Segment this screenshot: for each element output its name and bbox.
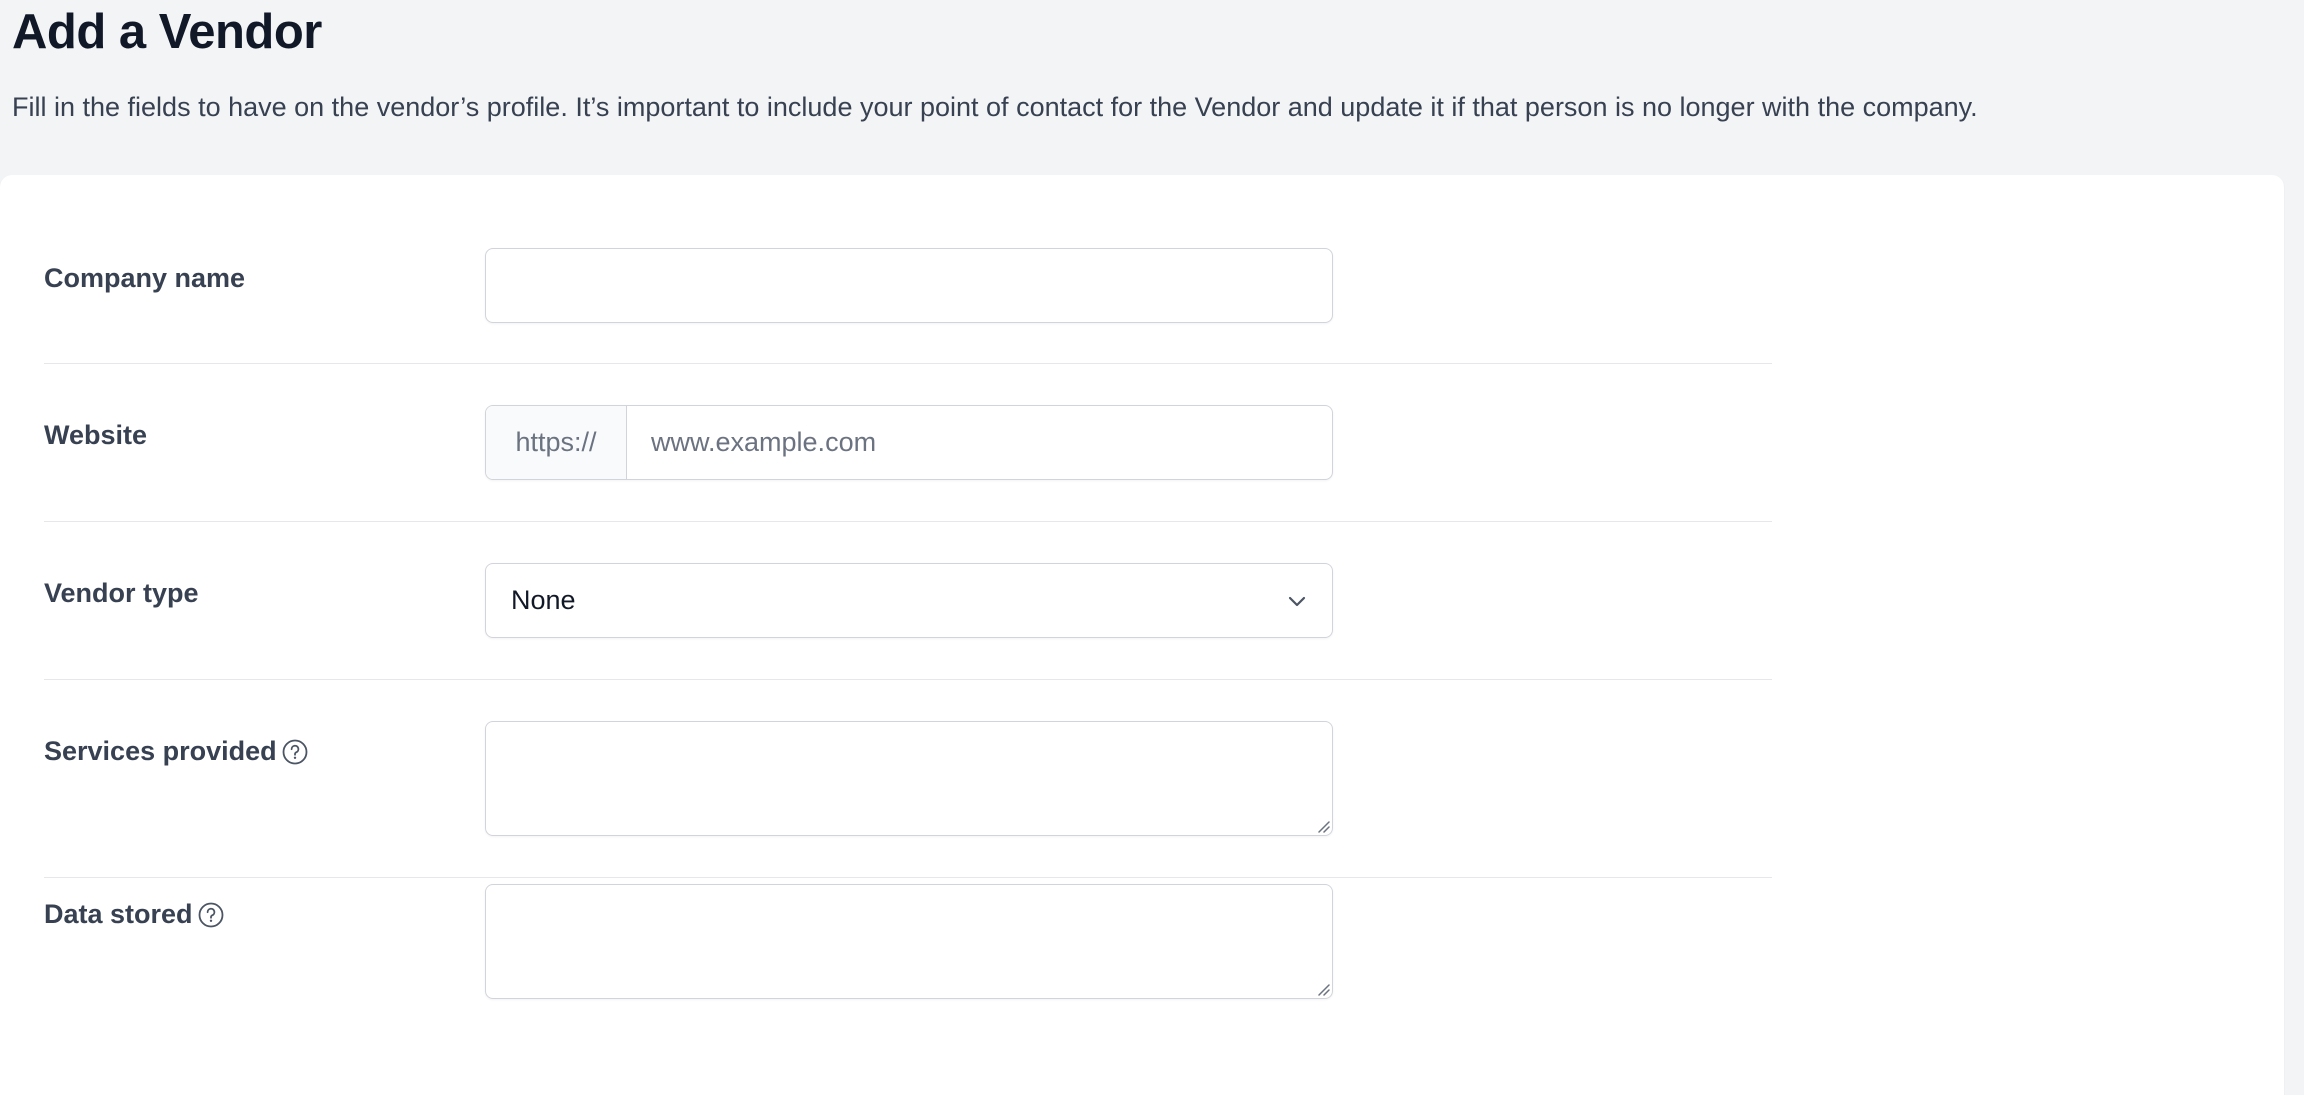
website-prefix: https:// (486, 406, 627, 479)
website-input[interactable]: www.example.com (627, 406, 1332, 479)
website-label-text: Website (44, 420, 148, 450)
vendor-type-select[interactable]: None (485, 563, 1333, 638)
chevron-down-icon (1288, 596, 1306, 607)
page-description: Fill in the fields to have on the vendor… (12, 92, 1978, 122)
vendor-type-label: Vendor type (44, 578, 199, 609)
company-name-input[interactable] (485, 248, 1333, 323)
data-stored-label-text: Data stored (44, 899, 193, 929)
data-stored-label: Data stored (44, 899, 225, 930)
question-circle-icon[interactable] (281, 738, 309, 766)
resize-handle-icon[interactable] (1316, 982, 1330, 996)
data-stored-row: Data stored (44, 878, 1772, 1078)
vendor-type-selected: None (511, 585, 576, 615)
page-title: Add a Vendor (12, 5, 322, 59)
company-name-label-text: Company name (44, 263, 246, 293)
resize-handle-icon[interactable] (1316, 819, 1330, 833)
company-name-label: Company name (44, 263, 245, 294)
services-provided-row: Services provided (44, 680, 1772, 878)
vendor-type-label-text: Vendor type (44, 578, 199, 608)
website-field: https:// www.example.com (485, 405, 1333, 480)
website-label: Website (44, 420, 147, 451)
website-row: Website https:// www.example.com (44, 364, 1772, 522)
vendor-form-card: Company name Website https:// www.exampl… (0, 175, 2284, 1095)
question-circle-icon[interactable] (197, 901, 225, 929)
vendor-type-row: Vendor type None (44, 522, 1772, 680)
data-stored-textarea[interactable] (485, 884, 1333, 999)
services-provided-label: Services provided (44, 736, 309, 767)
services-provided-textarea[interactable] (485, 721, 1333, 836)
company-name-row: Company name (44, 175, 1772, 364)
services-provided-label-text: Services provided (44, 736, 277, 766)
